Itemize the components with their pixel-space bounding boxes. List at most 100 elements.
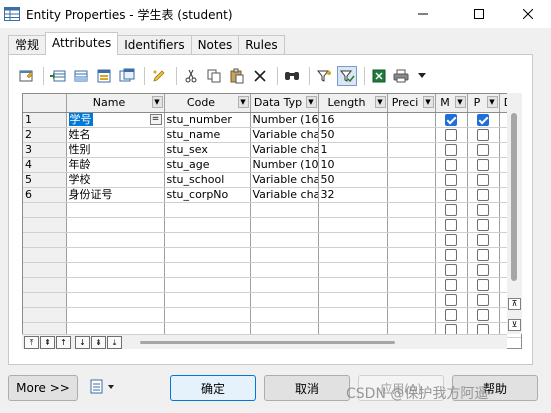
properties-icon[interactable] bbox=[16, 66, 36, 86]
column-header-primary[interactable]: P ▼ bbox=[467, 94, 500, 113]
checkbox[interactable] bbox=[445, 188, 457, 201]
copy-icon[interactable] bbox=[204, 66, 224, 86]
cell-name[interactable]: 性别 bbox=[66, 142, 165, 158]
empty-cell[interactable] bbox=[164, 202, 251, 218]
checkbox[interactable] bbox=[445, 158, 457, 171]
empty-cell[interactable] bbox=[250, 307, 319, 323]
chevron-down-icon[interactable]: ▼ bbox=[374, 96, 386, 108]
tab-rules[interactable]: Rules bbox=[238, 35, 285, 55]
checkbox[interactable] bbox=[477, 113, 489, 126]
cell-data-type[interactable]: Variable char bbox=[250, 142, 319, 158]
empty-cell[interactable] bbox=[387, 262, 436, 278]
cell-primary[interactable] bbox=[467, 127, 500, 143]
empty-cell[interactable] bbox=[435, 247, 468, 263]
tab-notes[interactable]: Notes bbox=[190, 35, 240, 55]
column-header-length[interactable]: Length ▼ bbox=[318, 94, 388, 113]
cell-name[interactable]: 年龄 bbox=[66, 157, 165, 173]
horizontal-scroll-thumb[interactable] bbox=[140, 341, 395, 344]
table-row[interactable]: 3 性别 stu_sex Variable char 1 bbox=[23, 142, 521, 158]
cancel-button[interactable]: 取消 bbox=[264, 375, 350, 401]
print-dropdown-arrow-icon[interactable] bbox=[417, 66, 427, 86]
column-header-code[interactable]: Code ▼ bbox=[164, 94, 251, 113]
empty-cell[interactable] bbox=[318, 202, 388, 218]
move-up-icon[interactable]: ↑ bbox=[56, 336, 71, 349]
cell-mandatory[interactable] bbox=[435, 187, 468, 203]
empty-table-row[interactable] bbox=[23, 277, 521, 293]
cell-precision[interactable] bbox=[387, 187, 436, 203]
cell-code[interactable]: stu_number bbox=[164, 112, 251, 128]
table-row[interactable]: 1 学号 = stu_number Number (16) 16 bbox=[23, 112, 521, 128]
cell-data-type[interactable]: Variable char bbox=[250, 127, 319, 143]
cell-precision[interactable] bbox=[387, 112, 436, 128]
checkbox[interactable] bbox=[445, 203, 457, 216]
empty-cell[interactable] bbox=[250, 247, 319, 263]
empty-table-row[interactable] bbox=[23, 292, 521, 308]
move-page-down-icon[interactable]: ⇟ bbox=[91, 336, 106, 349]
empty-cell[interactable] bbox=[435, 217, 468, 233]
move-page-up-icon[interactable]: ⇞ bbox=[40, 336, 55, 349]
checkbox[interactable] bbox=[477, 128, 489, 141]
print-icon[interactable] bbox=[392, 66, 414, 86]
empty-cell[interactable] bbox=[467, 232, 500, 248]
checkbox[interactable] bbox=[477, 233, 489, 246]
empty-cell[interactable] bbox=[164, 247, 251, 263]
table-row[interactable]: 2 姓名 stu_name Variable char 50 bbox=[23, 127, 521, 143]
cell-data-type[interactable]: Variable char bbox=[250, 187, 319, 203]
empty-table-row[interactable] bbox=[23, 307, 521, 323]
move-to-bottom-icon[interactable]: ⤓ bbox=[107, 336, 122, 349]
empty-cell[interactable] bbox=[250, 292, 319, 308]
selected-cell-text[interactable]: 学号 bbox=[68, 112, 93, 126]
cell-length[interactable]: 1 bbox=[318, 142, 388, 158]
cell-primary[interactable] bbox=[467, 157, 500, 173]
checkbox[interactable] bbox=[445, 173, 457, 186]
filter-icon[interactable] bbox=[314, 66, 334, 86]
chevron-down-icon[interactable]: ▼ bbox=[486, 96, 498, 108]
cell-mandatory[interactable] bbox=[435, 157, 468, 173]
column-header-mandatory[interactable]: M ▼ bbox=[435, 94, 468, 113]
edit-icon[interactable] bbox=[149, 66, 169, 86]
vertical-scrollbar[interactable]: ⊼ ⊻ bbox=[507, 93, 522, 334]
cut-icon[interactable] bbox=[181, 66, 201, 86]
checkbox[interactable] bbox=[445, 113, 457, 126]
vertical-scroll-thumb[interactable] bbox=[511, 113, 517, 281]
empty-cell[interactable] bbox=[467, 262, 500, 278]
checkbox[interactable] bbox=[445, 218, 457, 231]
scroll-top-icon[interactable]: ⊼ bbox=[508, 298, 521, 310]
checkbox[interactable] bbox=[477, 143, 489, 156]
empty-cell[interactable] bbox=[318, 217, 388, 233]
cell-data-type[interactable]: Number (10) bbox=[250, 157, 319, 173]
cell-precision[interactable] bbox=[387, 172, 436, 188]
empty-cell[interactable] bbox=[250, 202, 319, 218]
empty-cell[interactable] bbox=[467, 292, 500, 308]
checkbox[interactable] bbox=[445, 233, 457, 246]
empty-cell[interactable] bbox=[435, 292, 468, 308]
empty-cell[interactable] bbox=[66, 247, 165, 263]
empty-cell[interactable] bbox=[435, 232, 468, 248]
checkbox[interactable] bbox=[445, 263, 457, 276]
empty-cell[interactable] bbox=[66, 202, 165, 218]
attributes-grid[interactable]: Name ▼ Code ▼ Data Typ ▼ Length ▼ Preci ▼ M ▼ … bbox=[22, 93, 522, 349]
checkbox[interactable] bbox=[445, 293, 457, 306]
cell-length[interactable]: 10 bbox=[318, 157, 388, 173]
empty-cell[interactable] bbox=[164, 232, 251, 248]
cell-precision[interactable] bbox=[387, 157, 436, 173]
empty-cell[interactable] bbox=[164, 217, 251, 233]
empty-cell[interactable] bbox=[387, 307, 436, 323]
checkbox[interactable] bbox=[477, 188, 489, 201]
delete-icon[interactable] bbox=[250, 66, 270, 86]
reuse-attributes-icon[interactable] bbox=[117, 66, 137, 86]
empty-cell[interactable] bbox=[66, 262, 165, 278]
tab-attributes[interactable]: Attributes bbox=[45, 32, 119, 55]
cell-primary[interactable] bbox=[467, 142, 500, 158]
maximize-button[interactable] bbox=[456, 0, 502, 28]
empty-cell[interactable] bbox=[467, 217, 500, 233]
add-row-icon[interactable] bbox=[71, 66, 91, 86]
insert-row-icon[interactable] bbox=[48, 66, 68, 86]
chevron-down-icon[interactable]: ▼ bbox=[151, 96, 163, 108]
cell-mandatory[interactable] bbox=[435, 127, 468, 143]
checkbox[interactable] bbox=[477, 218, 489, 231]
cell-data-type[interactable]: Number (16) bbox=[250, 112, 319, 128]
column-header-precision[interactable]: Preci ▼ bbox=[387, 94, 436, 113]
empty-cell[interactable] bbox=[435, 277, 468, 293]
empty-cell[interactable] bbox=[318, 262, 388, 278]
